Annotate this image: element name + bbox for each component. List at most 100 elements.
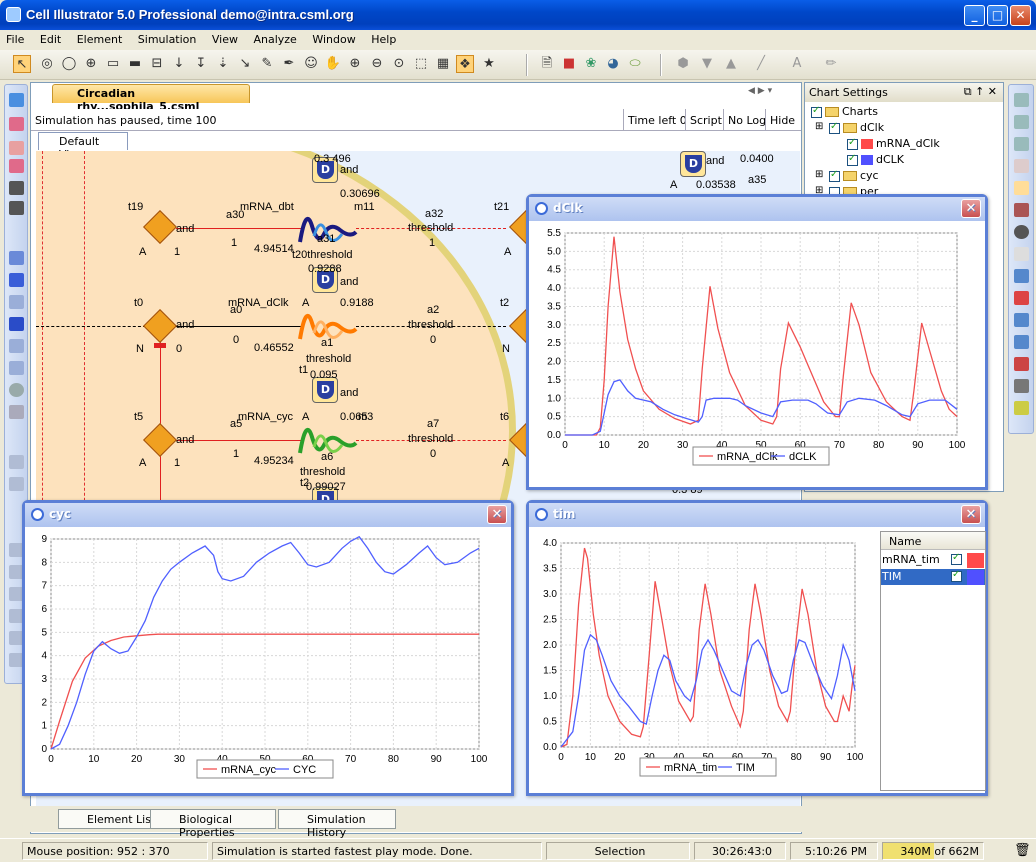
bar-chart-icon[interactable] (1014, 357, 1029, 371)
save-all-icon[interactable] (9, 201, 24, 215)
pause-icon[interactable] (9, 295, 24, 309)
zoom-region-icon[interactable]: ⬚ (412, 55, 430, 73)
person-icon[interactable]: ☺ (302, 55, 320, 73)
chart-window-cyc[interactable]: cyc✕ 01020304050607080901000123456789mRN… (22, 500, 514, 796)
pointer-icon[interactable]: ↖ (13, 55, 31, 73)
rect-empty-icon[interactable]: ▭ (104, 55, 122, 73)
expand-icon[interactable]: ⊞ (815, 121, 823, 132)
close-icon[interactable]: ✕ (487, 505, 507, 524)
stop-icon[interactable] (9, 317, 24, 331)
run-icon[interactable] (1014, 269, 1029, 283)
arc-a5[interactable] (176, 440, 304, 441)
tree-item[interactable]: dCLK (847, 153, 904, 166)
minimize-button[interactable]: _ (964, 5, 985, 26)
record-icon[interactable] (9, 383, 24, 397)
tree-item[interactable]: mRNA_dClk (847, 137, 940, 150)
circle-cross-icon[interactable]: ⊕ (82, 55, 100, 73)
chart-window-header[interactable]: cyc ✕ (25, 503, 511, 527)
chart-window-header[interactable]: dClk ✕ (529, 197, 985, 221)
fill-icon[interactable]: ▲ (722, 55, 740, 73)
book-open-icon[interactable] (1014, 159, 1029, 173)
chart-icon[interactable] (1014, 247, 1029, 261)
network-icon[interactable] (1014, 335, 1029, 349)
star-icon[interactable] (1014, 203, 1029, 217)
maximize-button[interactable]: □ (987, 5, 1008, 26)
zoom-fit-icon[interactable]: ⊙ (390, 55, 408, 73)
arrow-down-2-icon[interactable]: ↧ (192, 55, 210, 73)
tree-checkbox[interactable] (811, 105, 822, 118)
chart-window-dclk[interactable]: dClk ✕ 0 10 20 30 40 50 60 70 80 90 100 0.0 0.5 1.0 1.5… (526, 194, 988, 490)
new-icon[interactable] (9, 93, 24, 107)
menu-view[interactable]: View (206, 30, 244, 46)
tree-item[interactable]: ⊞ cyc (815, 169, 879, 183)
circle-small-icon[interactable]: ◎ (38, 55, 56, 73)
degradation-node[interactable]: D (680, 151, 706, 177)
snap-icon[interactable]: ❖ (456, 55, 474, 73)
highlight-icon[interactable]: ✏ (822, 55, 840, 73)
panel-controls-icon[interactable]: ⧉ ↑ ✕ (964, 85, 997, 99)
series-color-swatch[interactable] (967, 553, 984, 568)
expand-icon[interactable]: ⊞ (815, 169, 823, 180)
play-icon[interactable] (9, 251, 24, 265)
step-icon[interactable] (9, 273, 24, 287)
series-color-swatch[interactable] (967, 570, 984, 585)
arrow-down-icon[interactable]: ↓ (170, 55, 188, 73)
eye-icon[interactable] (1014, 225, 1029, 239)
tab-scroll-icon[interactable]: ◀ ▶ ▾ (748, 86, 772, 96)
menu-file[interactable]: File (0, 30, 30, 46)
grid-icon[interactable]: ▦ (434, 55, 452, 73)
log-button[interactable]: No Log (723, 109, 770, 131)
menu-help[interactable]: Help (365, 30, 402, 46)
shirt-icon[interactable]: ▼ (698, 55, 716, 73)
memory-meter[interactable]: 340M of 662M (882, 842, 984, 860)
line-color-icon[interactable]: ╱ (752, 55, 770, 73)
graph-icon[interactable] (1014, 401, 1029, 415)
hexagon-icon[interactable]: ⬢ (674, 55, 692, 73)
open-icon[interactable] (9, 117, 24, 131)
rect-filled-icon[interactable]: ▬ (126, 55, 144, 73)
close-button[interactable]: ✕ (1010, 5, 1031, 26)
redo-icon[interactable] (9, 477, 24, 491)
menu-analyze[interactable]: Analyze (247, 30, 302, 46)
arc-a0[interactable] (176, 326, 304, 327)
document-tab[interactable]: Circadian rhy...sophila_5.csml (52, 84, 250, 113)
zoom-out-icon[interactable]: ⊖ (368, 55, 386, 73)
undo-icon[interactable] (9, 455, 24, 469)
hand-icon[interactable]: ✋ (324, 55, 342, 73)
menu-window[interactable]: Window (306, 30, 361, 46)
tree-checkbox[interactable] (847, 153, 858, 166)
menu-element[interactable]: Element (71, 30, 129, 46)
series-row-tim[interactable]: TIM (881, 569, 985, 585)
arrow-diag-icon[interactable]: ↘ (236, 55, 254, 73)
magic-icon[interactable]: ★ (480, 55, 498, 73)
globe-icon[interactable]: ◕ (604, 55, 622, 73)
cell-icon[interactable]: ❀ (582, 55, 600, 73)
arc-input[interactable] (36, 326, 146, 327)
panel-icon[interactable] (1014, 93, 1029, 107)
close-icon[interactable]: ✕ (961, 199, 981, 218)
tab-biological-properties[interactable]: Biological Properties (150, 809, 276, 839)
tree-item[interactable]: Charts (811, 105, 878, 118)
table-icon[interactable] (1014, 115, 1029, 129)
script-button[interactable]: Script (685, 109, 726, 131)
series-row-mrna-tim[interactable]: mRNA_tim (881, 552, 985, 568)
close-icon[interactable]: ✕ (961, 505, 981, 524)
series-visible-checkbox[interactable] (951, 552, 962, 565)
tree-checkbox[interactable] (829, 169, 840, 182)
export-icon[interactable] (9, 159, 24, 173)
sort-icon[interactable] (1014, 379, 1029, 393)
stop-run-icon[interactable] (1014, 291, 1029, 305)
trash-icon[interactable]: 🗑 (1014, 843, 1031, 858)
fast-forward-icon[interactable] (9, 339, 24, 353)
import-icon[interactable] (9, 141, 24, 155)
camera-icon[interactable] (9, 405, 24, 419)
pen-icon[interactable]: ✒ (280, 55, 298, 73)
arc-inhibit[interactable] (160, 341, 161, 501)
note-icon[interactable]: 🗎 (538, 55, 556, 73)
arrow-down-3-icon[interactable]: ⇣ (214, 55, 232, 73)
zoom-in-icon[interactable]: ⊕ (346, 55, 364, 73)
view-tab-default[interactable]: Default View (38, 132, 128, 161)
tree-checkbox[interactable] (829, 121, 840, 134)
book-icon[interactable]: ■ (560, 55, 578, 73)
font-color-icon[interactable]: A (788, 55, 806, 73)
